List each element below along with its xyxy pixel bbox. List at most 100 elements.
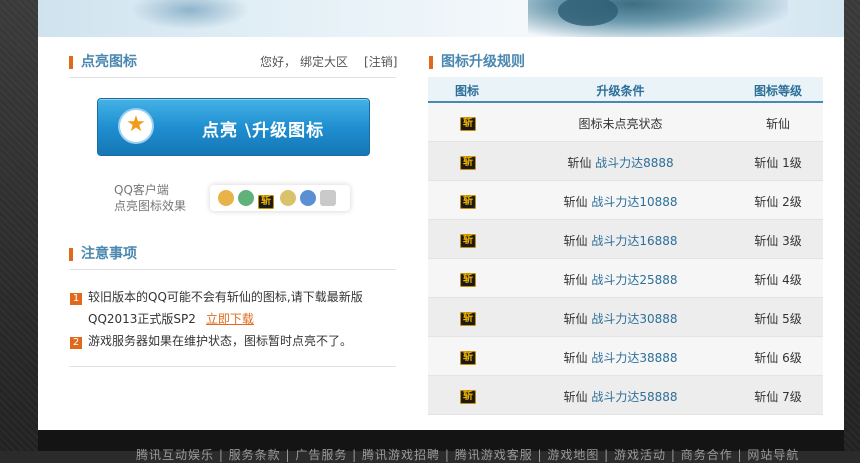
download-now-link[interactable]: 立即下载 <box>206 312 254 326</box>
column-header-condition: 升级条件 <box>596 84 645 98</box>
table-row: 斩 斩仙 战斗力达8888 斩仙 1级 <box>428 142 823 181</box>
table-row: 斩 斩仙 战斗力达30888 斩仙 5级 <box>428 298 823 337</box>
footer-links[interactable]: 腾讯互动娱乐 | 服务条款 | 广告服务 | 腾讯游戏招聘 | 腾讯游戏客服 |… <box>136 446 799 463</box>
condition-text: 图标未点亮状态 <box>578 117 663 131</box>
note-number-2: 2 <box>70 337 82 349</box>
note-item-1: 1 较旧版本的QQ可能不会有斩仙的图标,请下载最新版 <box>70 286 363 308</box>
note-number-1: 1 <box>70 293 82 305</box>
table-cell-level: 斩仙 7级 <box>754 390 802 404</box>
note-text-1: 较旧版本的QQ可能不会有斩仙的图标,请下载最新版 <box>88 290 363 304</box>
star-icon: ★ <box>126 112 146 137</box>
condition-text: 斩仙 <box>563 234 592 248</box>
left-divider-top <box>69 77 396 78</box>
bind-zone-link[interactable]: 绑定大区 <box>300 55 348 69</box>
qq-preview-label: QQ客户端 点亮图标效果 <box>114 182 186 214</box>
zhanxian-icon-glyph: 斩 <box>258 195 274 209</box>
table-cell-icon: 斩 <box>460 115 476 131</box>
preview-line-2: 点亮图标效果 <box>114 199 187 213</box>
table-cell-level: 斩仙 5级 <box>754 312 802 326</box>
table-cell-level: 斩仙 4级 <box>754 273 802 287</box>
notes-section-title: 注意事项 <box>69 246 137 262</box>
table-cell-level: 斩仙 2级 <box>754 195 802 209</box>
table-body: 斩图标未点亮状态 斩仙斩斩仙 战斗力达8888 斩仙 1级斩斩仙 战斗力达10888… <box>428 103 823 415</box>
power-requirement: 战斗力达38888 <box>591 351 678 365</box>
table-row: 斩 斩仙 战斗力达10888 斩仙 2级 <box>428 181 823 220</box>
table-cell-condition: 斩仙 战斗力达10888 <box>508 193 733 210</box>
upgrade-rules-title-text: 图标升级规则 <box>441 54 525 70</box>
logout-link[interactable]: [注销] <box>364 55 397 69</box>
table-cell-icon: 斩 <box>460 310 476 326</box>
qq-mini-icon-3 <box>280 190 296 206</box>
column-header-level: 图标等级 <box>753 84 802 98</box>
table-cell-level: 斩仙 3级 <box>754 234 802 248</box>
zhanxian-icon: 斩 <box>460 156 476 170</box>
table-header: 图标 升级条件 图标等级 <box>428 77 823 103</box>
table-cell-icon: 斩 <box>460 271 476 287</box>
column-header-icon: 图标 <box>455 84 480 98</box>
power-requirement: 战斗力达30888 <box>591 312 678 326</box>
zhanxian-icon: 斩 <box>460 273 476 287</box>
power-requirement: 战斗力达16888 <box>591 234 678 248</box>
upgrade-rules-table: 图标 升级条件 图标等级 斩图标未点亮状态 斩仙斩斩仙 战斗力达8888 斩仙 1级… <box>428 77 823 415</box>
note-item-2: 2 游戏服务器如果在维护状态，图标暂时点亮不了。 <box>70 330 352 352</box>
power-requirement: 战斗力达8888 <box>595 156 674 170</box>
left-divider-middle <box>69 269 396 270</box>
zhanxian-icon: 斩 <box>460 195 476 209</box>
note-item-1b: QQ2013正式版SP2 立即下载 <box>88 308 254 330</box>
light-upgrade-icon-button[interactable]: ★ 点亮 \升级图标 <box>97 98 370 156</box>
condition-text: 斩仙 <box>563 273 592 287</box>
condition-text: 斩仙 <box>563 312 592 326</box>
table-cell-condition: 斩仙 战斗力达16888 <box>508 232 733 249</box>
star-badge: ★ <box>120 110 152 142</box>
zhanxian-preview-icon: 斩 <box>258 189 274 209</box>
footer: 腾讯互动娱乐 | 服务条款 | 广告服务 | 腾讯游戏招聘 | 腾讯游戏客服 |… <box>38 430 844 462</box>
zhanxian-icon: 斩 <box>460 234 476 248</box>
notes-section-title-text: 注意事项 <box>81 246 137 262</box>
qq-icon-preview-strip: 斩 <box>210 185 350 211</box>
qq-mini-icon-2 <box>238 190 254 206</box>
table-cell-icon: 斩 <box>460 232 476 248</box>
condition-text: 斩仙 <box>563 351 592 365</box>
table-cell-condition: 斩仙 战斗力达30888 <box>508 310 733 327</box>
power-requirement: 战斗力达10888 <box>591 195 678 209</box>
zhanxian-icon: 斩 <box>460 390 476 404</box>
main-panel: 点亮图标 您好， 绑定大区 [注销] ★ 点亮 \升级图标 QQ客户端 点亮图标效果… <box>38 37 844 430</box>
table-cell-condition: 斩仙 战斗力达58888 <box>508 388 733 405</box>
qq-mini-icon-4 <box>300 190 316 206</box>
qq-mini-icon-1 <box>218 190 234 206</box>
condition-text: 斩仙 <box>567 156 596 170</box>
icon-section-title: 点亮图标 <box>69 54 137 70</box>
left-divider-bottom <box>69 366 396 367</box>
condition-text: 斩仙 <box>563 390 592 404</box>
table-row: 斩 斩仙 战斗力达16888 斩仙 3级 <box>428 220 823 259</box>
table-cell-condition: 斩仙 战斗力达25888 <box>508 271 733 288</box>
power-requirement: 战斗力达58888 <box>591 390 678 404</box>
icon-section-title-text: 点亮图标 <box>81 54 137 70</box>
table-row: 斩 斩仙 战斗力达58888 斩仙 7级 <box>428 376 823 415</box>
zhanxian-icon: 斩 <box>460 117 476 131</box>
qq-mini-icon-5 <box>320 190 336 206</box>
table-cell-icon: 斩 <box>460 193 476 209</box>
table-row: 斩 斩仙 战斗力达38888 斩仙 6级 <box>428 337 823 376</box>
table-cell-level: 斩仙 1级 <box>754 156 802 170</box>
light-button-label: 点亮 \升级图标 <box>202 121 325 141</box>
table-cell-condition: 斩仙 战斗力达38888 <box>508 349 733 366</box>
table-row: 斩 斩仙 战斗力达25888 斩仙 4级 <box>428 259 823 298</box>
zhanxian-icon: 斩 <box>460 312 476 326</box>
note-text-2: 游戏服务器如果在维护状态，图标暂时点亮不了。 <box>88 334 353 348</box>
table-cell-icon: 斩 <box>460 388 476 404</box>
preview-line-1: QQ客户端 <box>114 183 169 197</box>
zhanxian-icon: 斩 <box>460 351 476 365</box>
banner-art-left <box>130 0 250 30</box>
greeting-text: 您好， <box>260 55 297 69</box>
game-banner <box>38 0 844 37</box>
table-cell-icon: 斩 <box>460 349 476 365</box>
table-cell-level: 斩仙 6级 <box>754 351 802 365</box>
table-row: 斩 图标未点亮状态 斩仙 <box>428 103 823 142</box>
upgrade-rules-title: 图标升级规则 <box>429 54 525 70</box>
user-bar: 您好， 绑定大区 [注销] <box>256 53 397 70</box>
condition-text: 斩仙 <box>563 195 592 209</box>
table-cell-condition: 斩仙 战斗力达8888 <box>508 154 733 171</box>
table-cell-icon: 斩 <box>460 154 476 170</box>
power-requirement: 战斗力达25888 <box>591 273 678 287</box>
